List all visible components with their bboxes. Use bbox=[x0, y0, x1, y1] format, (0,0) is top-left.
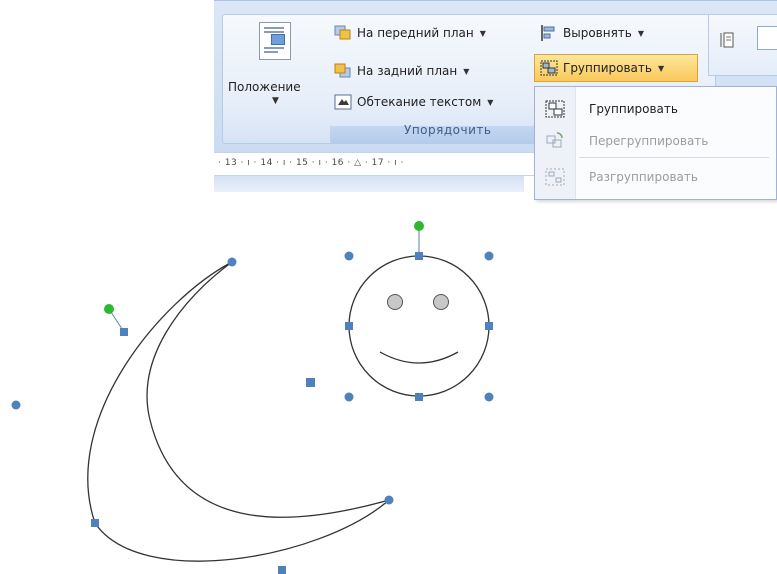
resize-handle[interactable] bbox=[484, 392, 494, 402]
resize-handle[interactable] bbox=[415, 393, 423, 401]
group-icon bbox=[540, 60, 558, 76]
chevron-down-icon: ▼ bbox=[463, 66, 470, 76]
menu-item-regroup-label: Перегруппировать bbox=[589, 134, 709, 148]
ungroup-icon bbox=[545, 168, 565, 186]
text-wrap-icon bbox=[334, 94, 352, 110]
ruler-text: · 13 · ı · 14 · ı · 15 · ı · 16 · △ · 17… bbox=[218, 158, 404, 168]
moon-selection-handles[interactable] bbox=[11, 257, 394, 574]
send-back-button[interactable]: На задний план ▼ bbox=[334, 60, 469, 82]
align-icon bbox=[540, 25, 558, 41]
word-canvas: Упорядочить Положение ▼ На передний план… bbox=[0, 0, 777, 574]
resize-handle[interactable] bbox=[344, 251, 354, 261]
group-dropdown-menu: Группировать Перегруппировать Разгруппир… bbox=[534, 86, 777, 200]
position-icon bbox=[259, 22, 291, 60]
group-label: Группировать bbox=[563, 61, 652, 75]
resize-handle[interactable] bbox=[306, 378, 315, 387]
chevron-down-icon: ▼ bbox=[657, 63, 665, 73]
resize-handle[interactable] bbox=[120, 328, 128, 336]
position-label: Положение bbox=[228, 80, 301, 94]
resize-handle[interactable] bbox=[91, 519, 99, 527]
menu-item-regroup[interactable]: Перегруппировать bbox=[535, 125, 776, 157]
bring-forward-icon bbox=[334, 25, 352, 41]
chevron-down-icon: ▼ bbox=[637, 28, 645, 38]
menu-item-ungroup[interactable]: Разгруппировать bbox=[535, 161, 776, 193]
chevron-down-icon: ▼ bbox=[487, 97, 494, 107]
document-drawing-area[interactable] bbox=[0, 190, 777, 574]
menu-separator bbox=[579, 157, 769, 158]
resize-handle[interactable] bbox=[344, 392, 354, 402]
size-input[interactable] bbox=[757, 26, 777, 50]
align-label: Выровнять bbox=[563, 26, 632, 40]
resize-handle[interactable] bbox=[484, 251, 494, 261]
rotate-handle[interactable] bbox=[104, 304, 114, 314]
resize-handle[interactable] bbox=[415, 252, 423, 260]
send-backward-icon bbox=[334, 63, 352, 79]
text-wrap-label: Обтекание текстом bbox=[357, 95, 482, 109]
resize-handle[interactable] bbox=[278, 566, 286, 574]
bring-front-label: На передний план bbox=[357, 26, 474, 40]
smiley-shape[interactable] bbox=[348, 255, 490, 397]
rotate-handle[interactable] bbox=[414, 221, 424, 231]
resize-handle[interactable] bbox=[485, 322, 493, 330]
size-icon[interactable] bbox=[720, 30, 736, 50]
align-button[interactable]: Выровнять ▼ bbox=[540, 22, 644, 44]
group-icon bbox=[545, 100, 565, 118]
resize-handle[interactable] bbox=[345, 322, 353, 330]
chevron-down-icon: ▼ bbox=[272, 96, 279, 106]
regroup-icon bbox=[545, 132, 565, 150]
arrange-group-label: Упорядочить bbox=[404, 123, 492, 137]
chevron-down-icon: ▼ bbox=[479, 28, 486, 38]
group-button[interactable]: Группировать ▼ bbox=[540, 57, 664, 79]
horizontal-ruler[interactable]: · 13 · ı · 14 · ı · 15 · ı · 16 · △ · 17… bbox=[214, 152, 534, 176]
menu-item-group[interactable]: Группировать bbox=[535, 93, 776, 125]
resize-handle[interactable] bbox=[227, 257, 237, 267]
bring-front-button[interactable]: На передний план ▼ bbox=[334, 22, 486, 44]
resize-handle[interactable] bbox=[384, 495, 394, 505]
moon-shape[interactable] bbox=[87, 261, 390, 562]
menu-item-group-label: Группировать bbox=[589, 102, 678, 116]
text-wrap-button[interactable]: Обтекание текстом ▼ bbox=[334, 91, 493, 113]
menu-item-ungroup-label: Разгруппировать bbox=[589, 170, 698, 184]
resize-handle[interactable] bbox=[11, 400, 21, 410]
send-back-label: На задний план bbox=[357, 64, 458, 78]
